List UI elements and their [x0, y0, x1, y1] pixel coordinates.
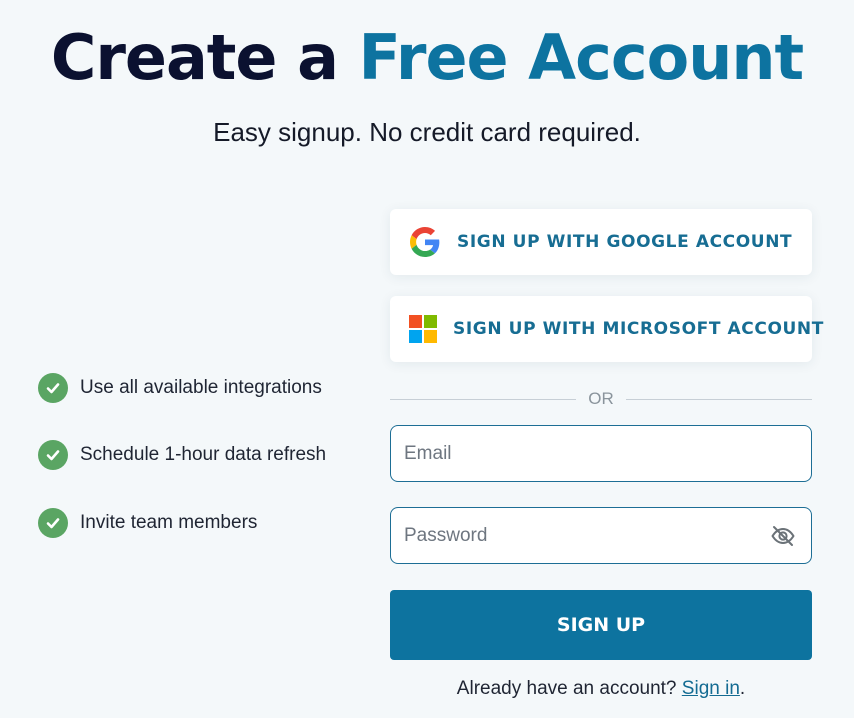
divider-line-right: [626, 399, 812, 400]
title-part-1: Create a: [50, 21, 339, 94]
password-input[interactable]: [391, 508, 744, 563]
microsoft-signup-label: SIGN UP WITH MICROSOFT ACCOUNT: [453, 319, 824, 339]
check-circle-icon: [38, 440, 68, 470]
eye-off-icon[interactable]: [770, 523, 796, 549]
email-input[interactable]: [391, 426, 744, 481]
email-field-wrapper: [390, 425, 812, 482]
signin-suffix: .: [739, 678, 746, 699]
password-field-wrapper: [390, 507, 812, 564]
title-part-2: Free Account: [358, 21, 805, 94]
feature-item: Schedule 1-hour data refresh: [38, 437, 326, 473]
signin-prompt: Already have an account? Sign in.: [390, 677, 812, 701]
feature-label: Use all available integrations: [80, 377, 322, 398]
google-signup-label: SIGN UP WITH GOOGLE ACCOUNT: [457, 232, 793, 252]
feature-item: Invite team members: [38, 505, 326, 541]
feature-list: Use all available integrations Schedule …: [38, 370, 326, 572]
google-logo-icon: [409, 226, 441, 258]
feature-item: Use all available integrations: [38, 370, 326, 406]
page-subtitle: Easy signup. No credit card required.: [213, 117, 641, 147]
signin-link[interactable]: Sign in: [682, 678, 740, 699]
signin-prompt-text: Already have an account?: [456, 678, 677, 699]
check-circle-icon: [38, 508, 68, 538]
or-divider: OR: [390, 390, 812, 408]
feature-label: Schedule 1-hour data refresh: [80, 444, 327, 465]
microsoft-logo-icon: [409, 313, 437, 345]
feature-label: Invite team members: [80, 512, 258, 533]
google-signup-button[interactable]: SIGN UP WITH GOOGLE ACCOUNT: [390, 209, 812, 275]
signup-button[interactable]: SIGN UP: [390, 590, 812, 660]
microsoft-signup-button[interactable]: SIGN UP WITH MICROSOFT ACCOUNT: [390, 296, 823, 362]
check-circle-icon: [38, 373, 68, 403]
page-title: Create a Free Account: [0, 18, 854, 98]
